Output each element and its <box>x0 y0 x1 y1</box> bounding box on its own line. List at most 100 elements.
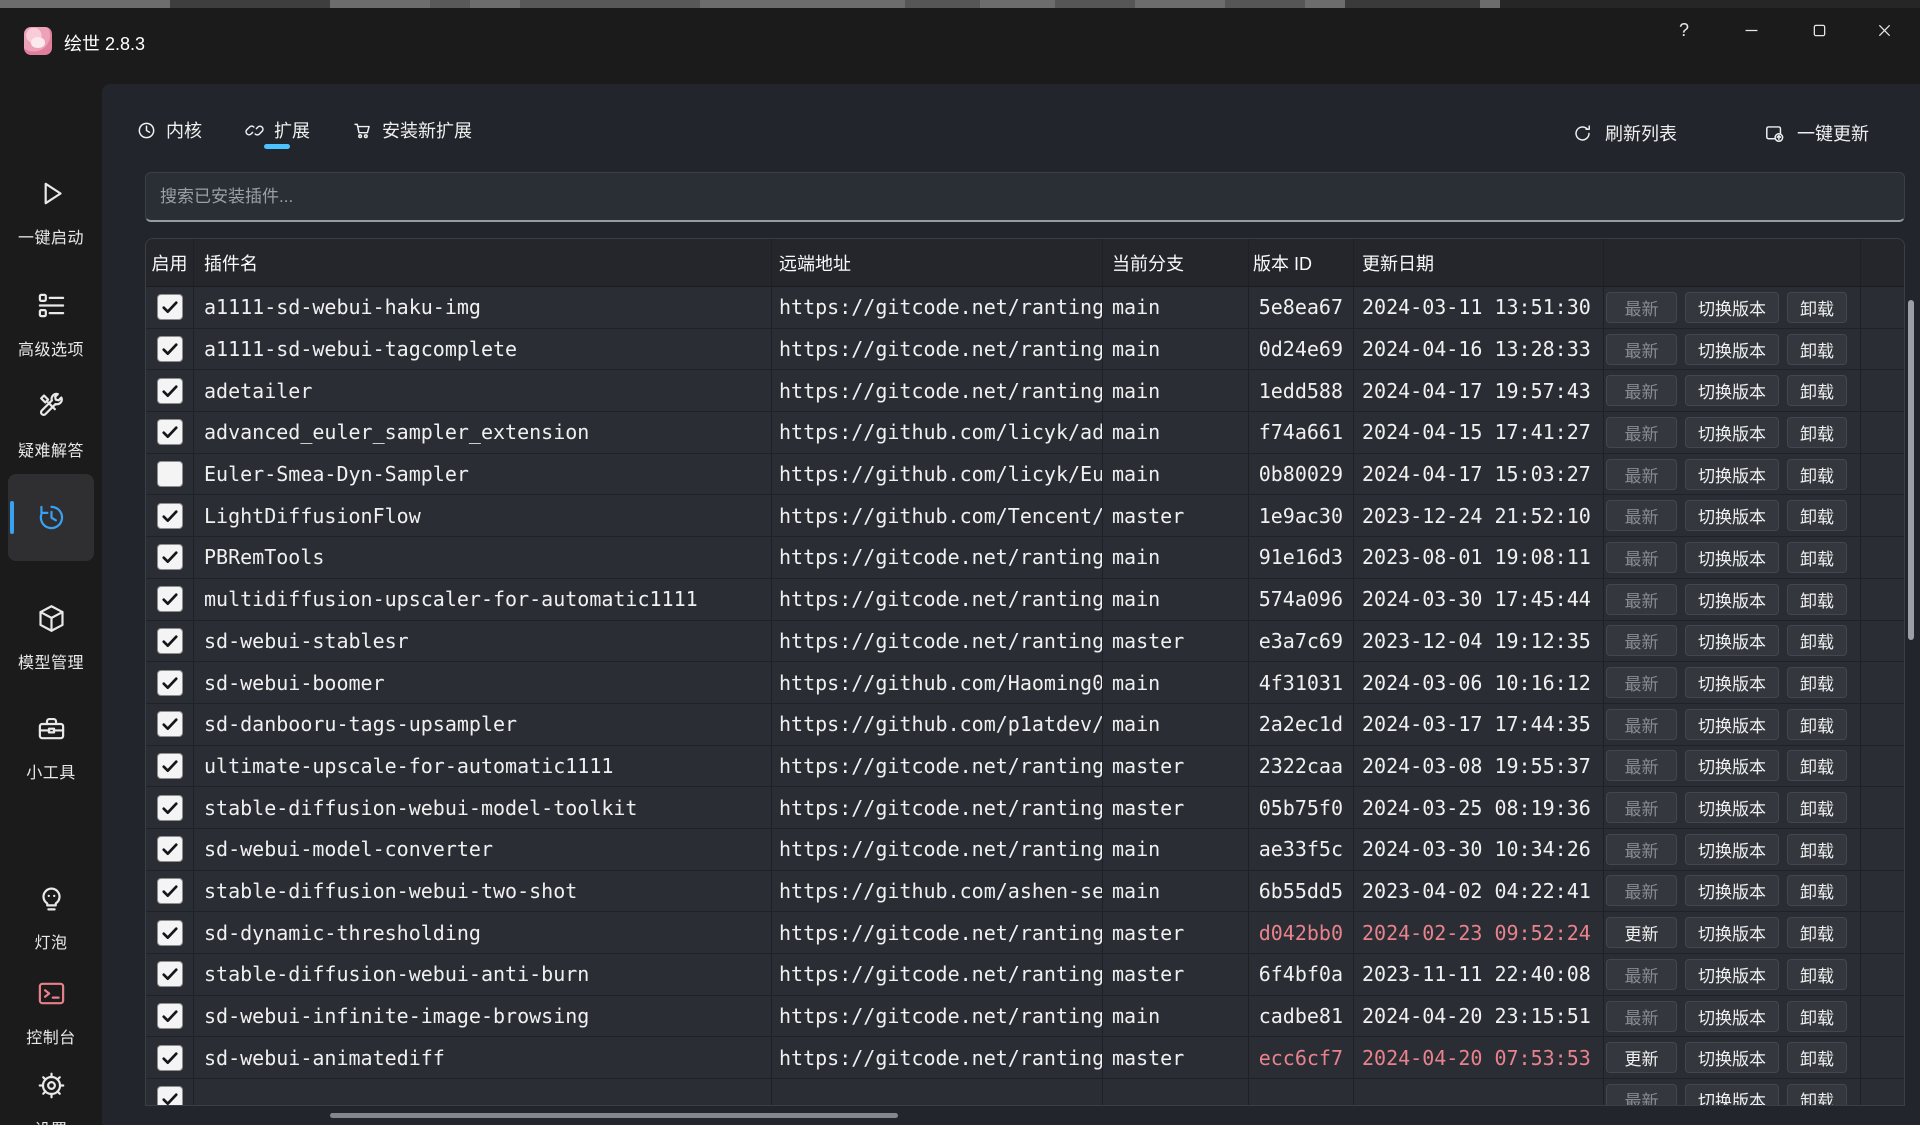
latest-button[interactable]: 最新 <box>1606 667 1677 698</box>
switch-version-button[interactable]: 切换版本 <box>1685 625 1779 656</box>
enable-checkbox[interactable] <box>157 461 183 487</box>
search-input[interactable] <box>145 172 1905 222</box>
uninstall-button[interactable]: 卸载 <box>1787 292 1847 323</box>
uninstall-button[interactable]: 卸载 <box>1787 334 1847 365</box>
switch-version-button[interactable]: 切换版本 <box>1685 750 1779 781</box>
switch-version-button[interactable]: 切换版本 <box>1685 834 1779 865</box>
enable-checkbox[interactable] <box>157 419 183 445</box>
latest-button[interactable]: 最新 <box>1606 375 1677 406</box>
enable-checkbox[interactable] <box>157 586 183 612</box>
uninstall-button[interactable]: 卸载 <box>1787 1042 1847 1073</box>
switch-version-button[interactable]: 切换版本 <box>1685 875 1779 906</box>
sidebar-item-model-management[interactable]: 模型管理 <box>0 603 102 673</box>
switch-version-button[interactable]: 切换版本 <box>1685 542 1779 573</box>
sidebar-item-console[interactable]: 控制台 <box>0 978 102 1048</box>
tab-kernel[interactable]: 内核 <box>136 112 202 148</box>
tab-extensions[interactable]: 扩展 <box>244 112 310 148</box>
switch-version-button[interactable]: 切换版本 <box>1685 584 1779 615</box>
enable-checkbox[interactable] <box>157 378 183 404</box>
uninstall-button[interactable]: 卸载 <box>1787 750 1847 781</box>
uninstall-button[interactable]: 卸载 <box>1787 459 1847 490</box>
uninstall-button[interactable]: 卸载 <box>1787 834 1847 865</box>
latest-button[interactable]: 最新 <box>1606 1001 1677 1032</box>
latest-button[interactable]: 最新 <box>1606 417 1677 448</box>
uninstall-button[interactable]: 卸载 <box>1787 375 1847 406</box>
switch-version-button[interactable]: 切换版本 <box>1685 1084 1779 1106</box>
vertical-scrollbar-thumb[interactable] <box>1908 300 1914 640</box>
enable-checkbox[interactable] <box>157 503 183 529</box>
latest-button[interactable]: 最新 <box>1606 584 1677 615</box>
latest-button[interactable]: 最新 <box>1606 709 1677 740</box>
latest-button[interactable]: 最新 <box>1606 875 1677 906</box>
enable-checkbox[interactable] <box>157 961 183 987</box>
enable-checkbox[interactable] <box>157 711 183 737</box>
switch-version-button[interactable]: 切换版本 <box>1685 917 1779 948</box>
enable-checkbox[interactable] <box>157 753 183 779</box>
uninstall-button[interactable]: 卸载 <box>1787 667 1847 698</box>
switch-version-button[interactable]: 切换版本 <box>1685 709 1779 740</box>
update-button[interactable]: 更新 <box>1606 1042 1677 1073</box>
switch-version-button[interactable]: 切换版本 <box>1685 334 1779 365</box>
tab-install-new-extension[interactable]: 安装新扩展 <box>352 112 472 148</box>
switch-version-button[interactable]: 切换版本 <box>1685 667 1779 698</box>
uninstall-button[interactable]: 卸载 <box>1787 917 1847 948</box>
switch-version-button[interactable]: 切换版本 <box>1685 375 1779 406</box>
enable-checkbox[interactable] <box>157 544 183 570</box>
uninstall-button[interactable]: 卸载 <box>1787 1001 1847 1032</box>
enable-checkbox[interactable] <box>157 920 183 946</box>
enable-checkbox[interactable] <box>157 878 183 904</box>
minimize-button[interactable] <box>1728 12 1774 48</box>
uninstall-button[interactable]: 卸载 <box>1787 417 1847 448</box>
latest-button[interactable]: 最新 <box>1606 625 1677 656</box>
enable-checkbox[interactable] <box>157 795 183 821</box>
latest-button[interactable]: 最新 <box>1606 834 1677 865</box>
uninstall-button[interactable]: 卸载 <box>1787 875 1847 906</box>
latest-button[interactable]: 最新 <box>1606 500 1677 531</box>
switch-version-button[interactable]: 切换版本 <box>1685 1042 1779 1073</box>
sidebar-item-advanced-options[interactable]: 高级选项 <box>0 290 102 360</box>
uninstall-button[interactable]: 卸载 <box>1787 625 1847 656</box>
switch-version-button[interactable]: 切换版本 <box>1685 500 1779 531</box>
uninstall-button[interactable]: 卸载 <box>1787 1084 1847 1106</box>
latest-button[interactable]: 最新 <box>1606 750 1677 781</box>
uninstall-button[interactable]: 卸载 <box>1787 584 1847 615</box>
sidebar-item-version-management[interactable] <box>8 474 94 561</box>
uninstall-button[interactable]: 卸载 <box>1787 792 1847 823</box>
enable-checkbox[interactable] <box>157 628 183 654</box>
switch-version-button[interactable]: 切换版本 <box>1685 959 1779 990</box>
enable-checkbox[interactable] <box>157 1045 183 1071</box>
switch-version-button[interactable]: 切换版本 <box>1685 459 1779 490</box>
latest-button[interactable]: 最新 <box>1606 292 1677 323</box>
latest-button[interactable]: 最新 <box>1606 959 1677 990</box>
latest-button[interactable]: 最新 <box>1606 459 1677 490</box>
horizontal-scrollbar-thumb[interactable] <box>330 1113 898 1118</box>
one-click-update-button[interactable]: 一键更新 <box>1764 114 1869 152</box>
enable-checkbox[interactable] <box>157 336 183 362</box>
sidebar-item-troubleshooting[interactable]: 疑难解答 <box>0 391 102 461</box>
enable-checkbox[interactable] <box>157 836 183 862</box>
uninstall-button[interactable]: 卸载 <box>1787 542 1847 573</box>
latest-button[interactable]: 最新 <box>1606 1084 1677 1106</box>
enable-checkbox[interactable] <box>157 1003 183 1029</box>
sidebar-item-small-tools[interactable]: 小工具 <box>0 713 102 783</box>
uninstall-button[interactable]: 卸载 <box>1787 500 1847 531</box>
titlebar[interactable]: 绘世 2.8.3 ? <box>0 8 1920 84</box>
switch-version-button[interactable]: 切换版本 <box>1685 792 1779 823</box>
switch-version-button[interactable]: 切换版本 <box>1685 292 1779 323</box>
enable-checkbox[interactable] <box>157 294 183 320</box>
latest-button[interactable]: 最新 <box>1606 542 1677 573</box>
sidebar-item-lightbulb[interactable]: 灯泡 <box>0 883 102 953</box>
help-button[interactable]: ? <box>1661 12 1707 48</box>
update-button[interactable]: 更新 <box>1606 917 1677 948</box>
maximize-button[interactable] <box>1796 12 1842 48</box>
switch-version-button[interactable]: 切换版本 <box>1685 417 1779 448</box>
uninstall-button[interactable]: 卸载 <box>1787 959 1847 990</box>
sidebar-item-quick-launch[interactable]: 一键启动 <box>0 178 102 248</box>
enable-checkbox[interactable] <box>157 670 183 696</box>
refresh-list-button[interactable]: 刷新列表 <box>1572 114 1677 152</box>
uninstall-button[interactable]: 卸载 <box>1787 709 1847 740</box>
latest-button[interactable]: 最新 <box>1606 792 1677 823</box>
enable-checkbox[interactable] <box>157 1086 183 1106</box>
sidebar-item-settings[interactable]: 设置 <box>0 1070 102 1125</box>
close-button[interactable] <box>1861 12 1907 48</box>
